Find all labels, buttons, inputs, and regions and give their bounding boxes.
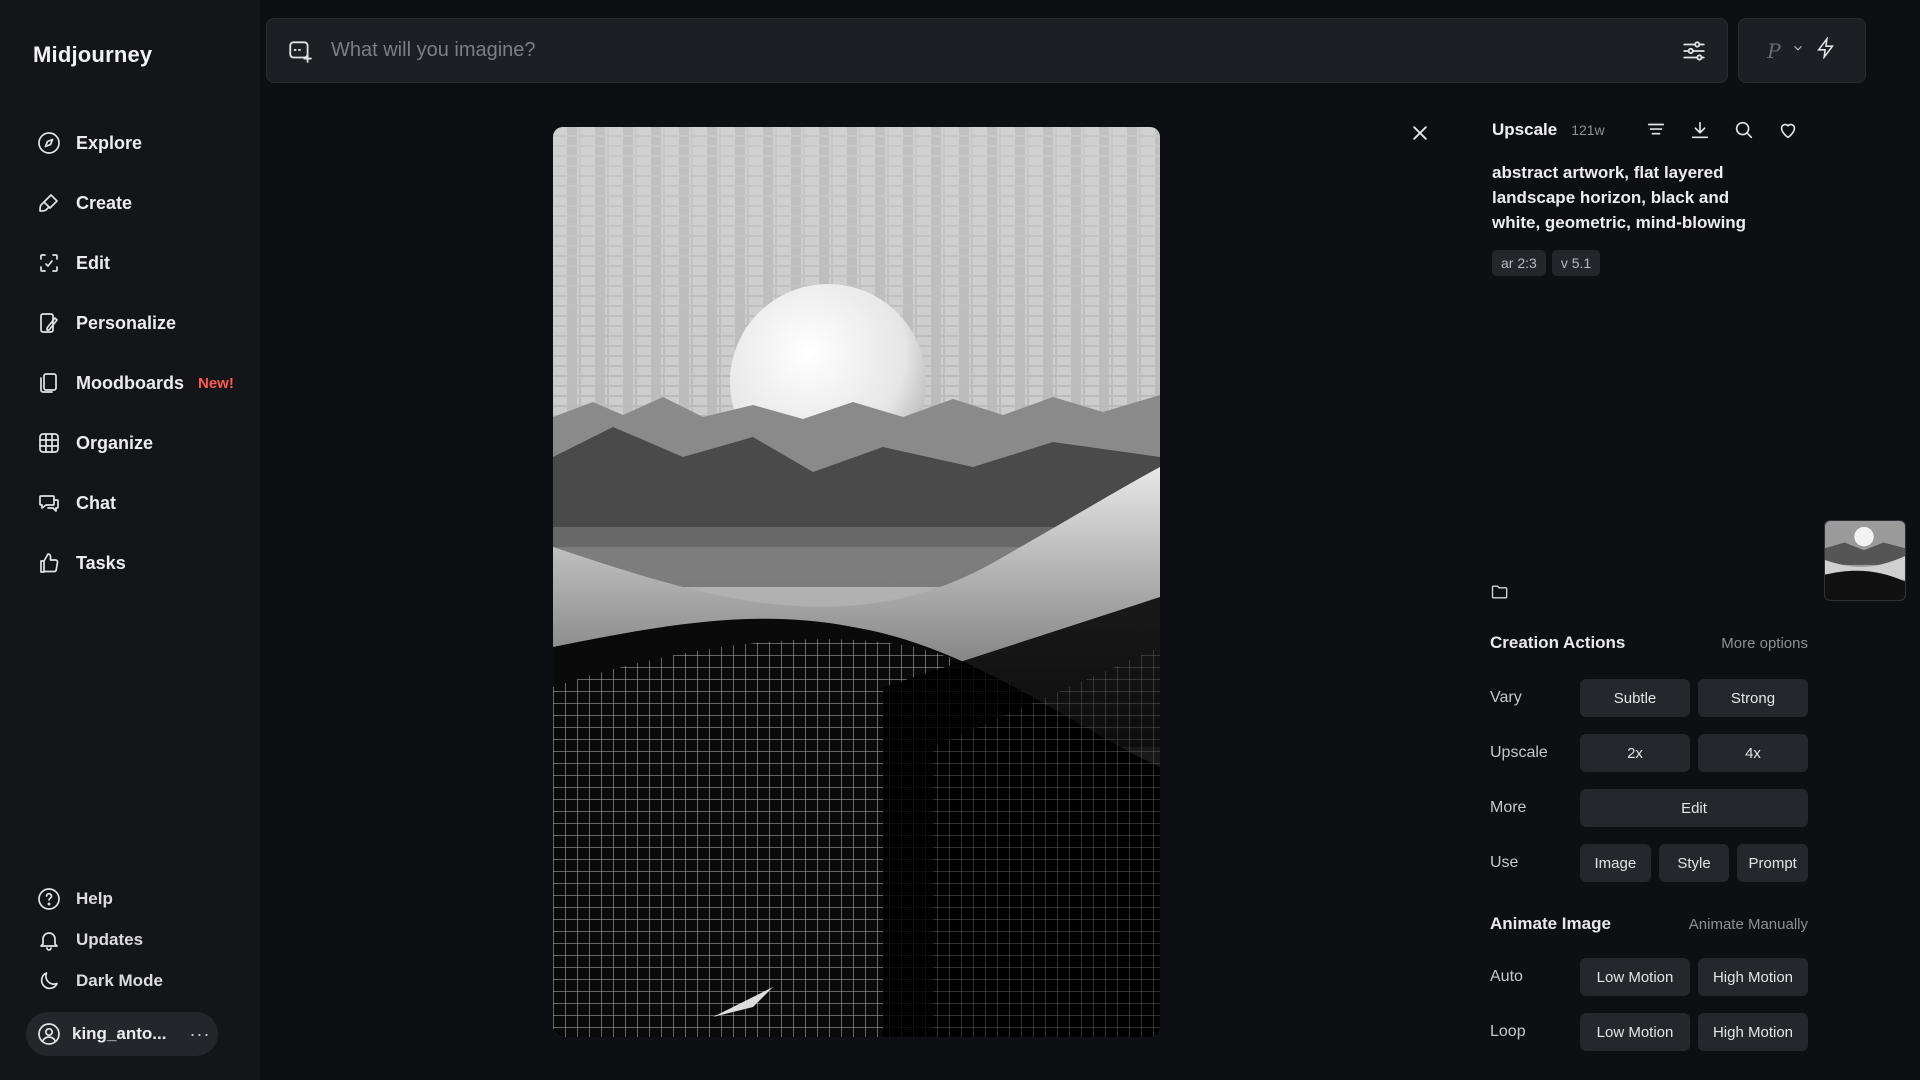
loop-high-motion-button[interactable]: High Motion xyxy=(1698,1013,1808,1051)
sidebar-item-moodboards[interactable]: Moodboards New! xyxy=(26,353,246,413)
more-options-icon[interactable]: ··· xyxy=(182,1024,218,1045)
bell-icon xyxy=(36,927,62,953)
edit-button[interactable]: Edit xyxy=(1580,789,1808,827)
sidebar-item-label: Edit xyxy=(76,252,110,273)
search-icon[interactable] xyxy=(1732,118,1756,142)
row-label: Upscale xyxy=(1490,744,1548,761)
sidebar-item-personalize[interactable]: Personalize xyxy=(26,293,246,353)
section-title: Creation Actions xyxy=(1490,633,1626,652)
sidebar-item-label: Personalize xyxy=(76,312,177,333)
moon-icon xyxy=(36,968,62,994)
download-icon[interactable] xyxy=(1688,118,1712,142)
brush-icon xyxy=(36,190,62,216)
upscale-4x-button[interactable]: 4x xyxy=(1698,734,1808,772)
app: Midjourney Explore Create Edit Personali… xyxy=(0,0,1920,1080)
personalize-icon xyxy=(36,310,62,336)
user-menu[interactable]: king_anto... ··· xyxy=(26,1012,218,1056)
sidebar-item-label: Help xyxy=(76,888,113,908)
row-label: Vary xyxy=(1490,689,1522,706)
compass-icon xyxy=(36,130,62,156)
sidebar-item-label: Create xyxy=(76,192,133,213)
sidebar-item-updates[interactable]: Updates xyxy=(26,919,246,960)
auto-high-motion-button[interactable]: High Motion xyxy=(1698,958,1808,996)
sidebar-item-organize[interactable]: Organize xyxy=(26,413,246,473)
generated-image[interactable] xyxy=(553,127,1160,1037)
sidebar-nav: Explore Create Edit Personalize Moodboar… xyxy=(26,113,246,593)
loop-row: Loop Low Motion High Motion xyxy=(1490,1013,1808,1051)
section-title: Animate Image xyxy=(1490,914,1611,933)
row-label: Use xyxy=(1490,854,1519,871)
user-avatar-icon xyxy=(36,1021,62,1047)
animate-image-header: Animate Image Animate Manually xyxy=(1490,914,1808,934)
help-icon xyxy=(36,886,62,912)
version-tag: v 5.1 xyxy=(1551,250,1601,276)
edit-icon xyxy=(36,250,62,276)
username: king_anto... xyxy=(72,1024,167,1043)
upscale-row: Upscale 2x 4x xyxy=(1490,734,1808,772)
use-image-button[interactable]: Image xyxy=(1580,844,1651,882)
sidebar-item-label: Tasks xyxy=(76,552,126,573)
parameter-tags: ar 2:3 v 5.1 xyxy=(1492,250,1601,276)
use-prompt-button[interactable]: Prompt xyxy=(1737,844,1809,882)
grid-icon xyxy=(36,430,62,456)
sidebar-item-label: Organize xyxy=(76,432,154,453)
sidebar-item-create[interactable]: Create xyxy=(26,173,246,233)
sidebar: Midjourney Explore Create Edit Personali… xyxy=(0,0,260,1080)
more-row: More Edit xyxy=(1490,789,1808,827)
sidebar-item-explore[interactable]: Explore xyxy=(26,113,246,173)
app-logo[interactable]: Midjourney xyxy=(33,42,152,68)
detail-actions xyxy=(1644,118,1800,142)
close-icon xyxy=(1413,126,1427,140)
auto-row: Auto Low Motion High Motion xyxy=(1490,958,1808,996)
menu-lines-icon[interactable] xyxy=(1644,118,1668,142)
vary-row: Vary Subtle Strong xyxy=(1490,679,1808,717)
detail-age: 121w xyxy=(1571,122,1605,138)
use-style-button[interactable]: Style xyxy=(1658,844,1730,882)
vary-strong-button[interactable]: Strong xyxy=(1698,679,1808,717)
sidebar-bottom-nav: Help Updates Dark Mode xyxy=(26,878,246,1001)
add-image-icon[interactable] xyxy=(285,36,315,66)
loop-low-motion-button[interactable]: Low Motion xyxy=(1580,1013,1690,1051)
sidebar-item-label: Moodboards xyxy=(76,372,184,393)
thumbs-up-icon xyxy=(36,550,62,576)
use-row: Use Image Style Prompt xyxy=(1490,844,1809,882)
detail-title: Upscale xyxy=(1492,120,1558,139)
sidebar-item-tasks[interactable]: Tasks xyxy=(26,533,246,593)
sidebar-item-edit[interactable]: Edit xyxy=(26,233,246,293)
creation-actions-header: Creation Actions More options xyxy=(1490,633,1808,653)
vary-subtle-button[interactable]: Subtle xyxy=(1580,679,1690,717)
moodboard-icon xyxy=(36,370,62,396)
row-label: Loop xyxy=(1490,1023,1526,1040)
row-label: More xyxy=(1490,799,1527,816)
sidebar-item-label: Dark Mode xyxy=(76,970,163,990)
sidebar-item-help[interactable]: Help xyxy=(26,878,246,919)
more-options-link[interactable]: More options xyxy=(1721,635,1808,652)
heart-icon[interactable] xyxy=(1776,118,1800,142)
sidebar-item-dark-mode[interactable]: Dark Mode xyxy=(26,960,246,1001)
prompt-text[interactable]: abstract artwork, flat layered landscape… xyxy=(1492,160,1762,235)
auto-low-motion-button[interactable]: Low Motion xyxy=(1580,958,1690,996)
sidebar-item-label: Updates xyxy=(76,929,144,949)
image-thumbnail[interactable] xyxy=(1824,520,1906,601)
new-badge: New! xyxy=(198,374,234,392)
sidebar-item-label: Chat xyxy=(76,492,116,513)
row-label: Auto xyxy=(1490,968,1523,985)
sidebar-item-label: Explore xyxy=(76,132,143,153)
detail-header: Upscale 121w xyxy=(1492,120,1605,140)
close-button[interactable] xyxy=(1405,118,1435,148)
sidebar-item-chat[interactable]: Chat xyxy=(26,473,246,533)
upscale-2x-button[interactable]: 2x xyxy=(1580,734,1690,772)
folder-icon[interactable] xyxy=(1490,582,1514,606)
aspect-ratio-tag: ar 2:3 xyxy=(1492,250,1546,276)
chat-icon xyxy=(36,490,62,516)
animate-manually-link[interactable]: Animate Manually xyxy=(1689,916,1808,933)
